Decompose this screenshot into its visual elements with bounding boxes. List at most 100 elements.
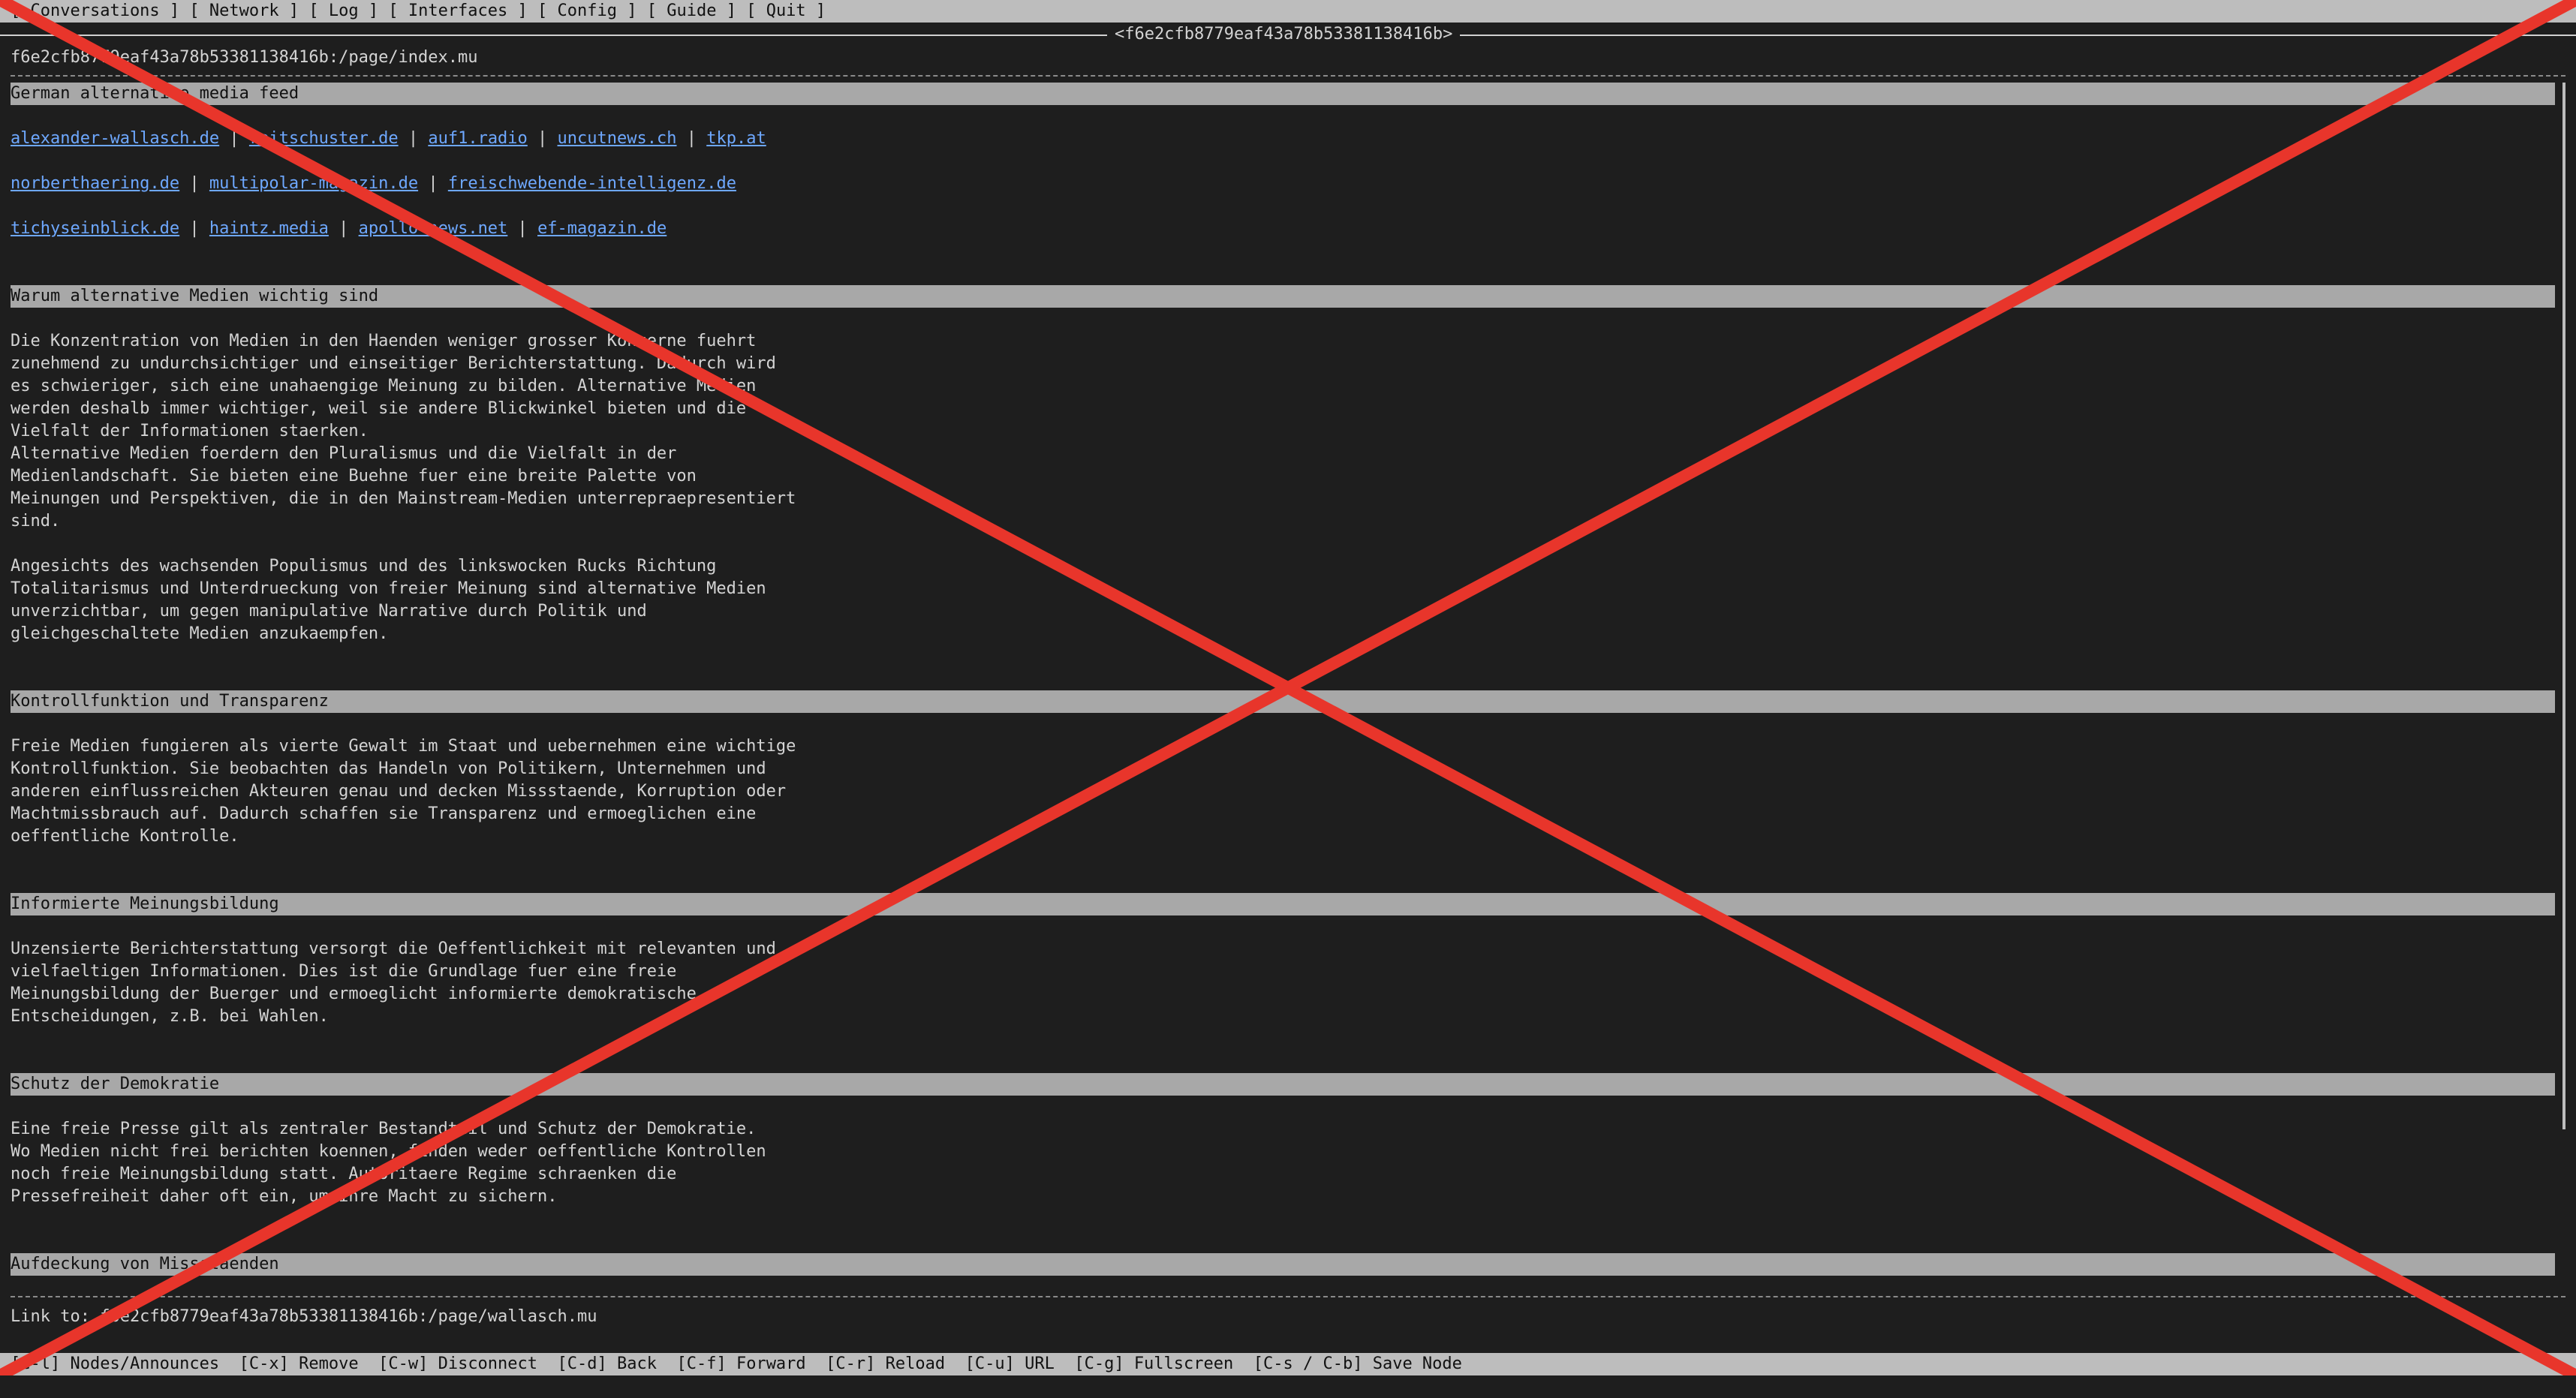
media-link[interactable]: norberthaering.de [11, 174, 179, 193]
menu-item-interfaces[interactable]: [ Interfaces ] [388, 2, 527, 20]
paragraph-line: Eine freie Presse gilt als zentraler Bes… [11, 1120, 757, 1138]
media-link[interactable]: auf1.radio [428, 129, 527, 148]
media-link[interactable]: multipolar-magazin.de [209, 174, 418, 193]
paragraph-line: Kontrollfunktion. Sie beobachten das Han… [11, 759, 766, 778]
menu-item-network[interactable]: [ Network ] [189, 2, 299, 20]
paragraph-line: Meinungen und Perspektiven, die in den M… [11, 489, 796, 508]
paragraph-line: Entscheidungen, z.B. bei Wahlen. [11, 1007, 329, 1026]
page-content: German alternative media feed alexander-w… [11, 83, 2565, 1294]
section-heading: Kontrollfunktion und Transparenz [11, 690, 2555, 713]
paragraph-line: gleichgeschaltete Medien anzukaempfen. [11, 624, 389, 643]
paragraph-line: werden deshalb immer wichtiger, weil sie… [11, 399, 747, 418]
shortcut-list: [C-l] Nodes/Announces [C-x] Remove [C-w]… [11, 1353, 1462, 1375]
media-link[interactable]: uncutnews.ch [558, 129, 677, 148]
menu-item-guide[interactable]: [ Guide ] [647, 2, 736, 20]
shortcut-item: [C-l] Nodes/Announces [11, 1354, 220, 1373]
menu-item-log[interactable]: [ Log ] [308, 2, 378, 20]
shortcut-item: [C-g] Fullscreen [1074, 1354, 1234, 1373]
paragraph-line: es schwieriger, sich eine unahaengige Me… [11, 377, 757, 395]
paragraph-line: Unzensierte Berichterstattung versorgt d… [11, 940, 776, 958]
paragraph-line: sind. [11, 512, 61, 531]
shortcut-bar: [C-l] Nodes/Announces [C-x] Remove [C-w]… [0, 1353, 2576, 1375]
menu-item-conversations[interactable]: [ Conversations ] [11, 2, 179, 20]
menu-item-config[interactable]: [ Config ] [537, 2, 636, 20]
paragraph-line: anderen einflussreichen Akteuren genau u… [11, 782, 787, 801]
section-heading: Informierte Meinungsbildung [11, 893, 2555, 915]
section-heading: German alternative media feed [11, 83, 2555, 105]
paragraph-line: Meinungsbildung der Buerger und ermoegli… [11, 985, 697, 1003]
link-separator: | [328, 219, 359, 238]
shortcut-item: [C-s / C-b] Save Node [1253, 1354, 1462, 1373]
link-row: alexander-wallasch.de | reitschuster.de … [11, 128, 2565, 150]
paragraph-line: zunehmend zu undurchsichtiger und einsei… [11, 354, 776, 373]
media-link[interactable]: alexander-wallasch.de [11, 129, 219, 148]
link-separator: | [507, 219, 538, 238]
link-status: Link to: f6e2cfb8779eaf43a78b53381138416… [11, 1307, 597, 1326]
paragraph-line: Pressefreiheit daher oft ein, um ihre Ma… [11, 1187, 558, 1206]
link-row: tichyseinblick.de | haintz.media | apoll… [11, 218, 2565, 240]
paragraph-line: unverzichtbar, um gegen manipulative Nar… [11, 602, 647, 621]
scrollbar[interactable] [2562, 83, 2565, 1129]
paragraph-line: vielfaeltigen Informationen. Dies ist di… [11, 962, 677, 981]
media-link[interactable]: tichyseinblick.de [11, 219, 179, 238]
paragraph-line: noch freie Meinungsbildung statt. Autori… [11, 1165, 677, 1183]
link-row: norberthaering.de | multipolar-magazin.d… [11, 173, 2565, 195]
paragraph-line: Angesichts des wachsenden Populismus und… [11, 557, 717, 576]
page-url[interactable]: f6e2cfb8779eaf43a78b53381138416b:/page/i… [11, 47, 478, 69]
paragraph-line: Wo Medien nicht frei berichten koennen, … [11, 1142, 766, 1161]
shortcut-item: [C-x] Remove [239, 1354, 359, 1373]
section-heading: Warum alternative Medien wichtig sind [11, 285, 2555, 308]
shortcut-item: [C-d] Back [557, 1354, 657, 1373]
section-heading: Schutz der Demokratie [11, 1073, 2555, 1096]
paragraph-line: Die Konzentration von Medien in den Haen… [11, 332, 757, 350]
link-separator: | [418, 174, 448, 193]
media-link[interactable]: ef-magazin.de [537, 219, 667, 238]
link-separator: | [527, 129, 558, 148]
shortcut-item: [C-r] Reload [826, 1354, 946, 1373]
link-separator: | [676, 129, 707, 148]
paragraph-line: oeffentliche Kontrolle. [11, 827, 239, 846]
top-menu-bar: [ Conversations ] [ Network ] [ Log ] [ … [0, 0, 2576, 23]
paragraph-line: Medienlandschaft. Sie bieten eine Buehne… [11, 467, 697, 486]
status-divider [11, 1296, 2565, 1297]
media-link[interactable]: tkp.at [706, 129, 766, 148]
paragraph-line: Totalitarismus und Unterdrueckung von fr… [11, 579, 766, 598]
link-separator: | [179, 174, 209, 193]
paragraph-line: Freie Medien fungieren als vierte Gewalt… [11, 737, 796, 756]
paragraph-line: Alternative Medien foerdern den Pluralis… [11, 444, 677, 463]
link-separator: | [219, 129, 249, 148]
link-separator: | [398, 129, 429, 148]
shortcut-item: [C-w] Disconnect [378, 1354, 538, 1373]
media-link[interactable]: reitschuster.de [249, 129, 399, 148]
media-link[interactable]: freischwebende-intelligenz.de [448, 174, 736, 193]
url-divider [11, 75, 2565, 77]
menu-item-quit[interactable]: [ Quit ] [746, 2, 826, 20]
window-title: <f6e2cfb8779eaf43a78b53381138416b> [1107, 23, 1461, 46]
link-separator: | [179, 219, 209, 238]
shortcut-item: [C-f] Forward [676, 1354, 806, 1373]
section-heading: Aufdeckung von Missstaenden [11, 1253, 2555, 1276]
media-link[interactable]: haintz.media [209, 219, 329, 238]
paragraph-line: Machtmissbrauch auf. Dadurch schaffen si… [11, 804, 757, 823]
shortcut-item: [C-u] URL [964, 1354, 1055, 1373]
paragraph-line: Vielfalt der Informationen staerken. [11, 422, 369, 440]
media-link[interactable]: apollo-news.net [359, 219, 508, 238]
